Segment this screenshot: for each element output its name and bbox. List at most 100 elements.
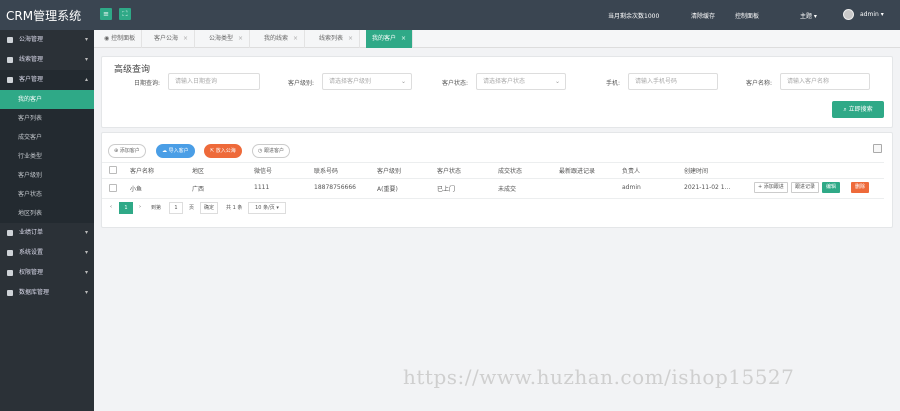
sidebar-item-label: 业绩订单 bbox=[19, 229, 44, 236]
name-input[interactable]: 请输入客户名称 bbox=[780, 73, 870, 90]
avatar[interactable] bbox=[843, 9, 854, 20]
add-customer-button[interactable]: ⊕ 添加客户 bbox=[108, 144, 146, 158]
sidebar-subitem-customer-levels[interactable]: 客户级别 bbox=[0, 166, 94, 185]
tab-pool-types[interactable]: 公海类型 × bbox=[203, 30, 251, 48]
sidebar-item-public-pool[interactable]: 公海管理 ▾ bbox=[0, 30, 94, 50]
column-header: 负责人 bbox=[622, 168, 641, 175]
sidebar-subitem-customer-list[interactable]: 客户列表 bbox=[0, 109, 94, 128]
search-panel: 高级查询 日期查询: 请输入日期查询 客户级别: 请选择客户级别 ⌄ 客户状态: … bbox=[101, 56, 893, 128]
sidebar-item-settings[interactable]: 系统设置 ▾ bbox=[0, 243, 94, 263]
theme-dropdown[interactable]: 主题 ▾ bbox=[800, 11, 817, 20]
sidebar-subitem-industry-types[interactable]: 行业类型 bbox=[0, 147, 94, 166]
sidebar-subitem-my-customers[interactable]: 我的客户 bbox=[0, 90, 94, 109]
sidebar-item-label: 线索管理 bbox=[19, 56, 44, 63]
cart-icon bbox=[7, 230, 13, 236]
column-header: 联系号码 bbox=[314, 168, 339, 175]
usage-notice: 当月剩余次数1000 bbox=[608, 13, 660, 20]
top-bar: CRM管理系统 ≡ ⛶ 当月剩余次数1000 清除缓存 控制面板 主题 ▾ ad… bbox=[0, 0, 900, 30]
name-label: 客户名称: bbox=[745, 80, 772, 87]
chevron-down-icon: ▾ bbox=[84, 56, 88, 63]
pager-next[interactable]: › bbox=[139, 204, 141, 210]
column-header: 客户级别 bbox=[377, 168, 402, 175]
tab-customer-pool[interactable]: 客户公海 × bbox=[148, 30, 196, 48]
sidebar-item-orders[interactable]: 业绩订单 ▾ bbox=[0, 223, 94, 243]
table-cell: 未成交 bbox=[498, 186, 517, 193]
user-menu[interactable]: admin ▾ bbox=[860, 11, 884, 18]
column-header: 微信号 bbox=[254, 168, 273, 175]
sidebar-item-database[interactable]: 数据库管理 ▾ bbox=[0, 283, 94, 303]
status-label: 客户状态: bbox=[441, 80, 468, 87]
sidebar-item-label: 公海管理 bbox=[19, 36, 44, 43]
move-to-pool-button[interactable]: ⇱ 放入公海 bbox=[204, 144, 242, 158]
menu-toggle-icon[interactable]: ≡ bbox=[100, 8, 112, 20]
sidebar-subitem-closed-customers[interactable]: 成交客户 bbox=[0, 128, 94, 147]
close-icon[interactable]: × bbox=[183, 35, 188, 42]
chevron-down-icon: ▾ bbox=[84, 249, 88, 256]
table-cell: 1111 bbox=[254, 184, 270, 191]
pager-goto-input[interactable]: 1 bbox=[169, 202, 183, 214]
select-all-checkbox[interactable] bbox=[109, 166, 117, 174]
chevron-down-icon: ▾ bbox=[84, 289, 88, 296]
import-customer-button[interactable]: ☁ 导入客户 bbox=[156, 144, 195, 158]
level-label: 客户级别: bbox=[287, 80, 314, 87]
tab-dashboard[interactable]: ◉ 控制面板 bbox=[98, 30, 143, 48]
status-select[interactable]: 请选择客户状态 ⌄ bbox=[476, 73, 566, 90]
column-header: 客户状态 bbox=[437, 168, 462, 175]
chevron-down-icon: ▾ bbox=[84, 269, 88, 276]
sidebar-subitem-regions[interactable]: 地区列表 bbox=[0, 204, 94, 223]
pager-goto-label: 到第 bbox=[151, 205, 162, 211]
column-header: 地区 bbox=[192, 168, 205, 175]
sidebar-subitem-customer-status[interactable]: 客户状态 bbox=[0, 185, 94, 204]
print-icon[interactable] bbox=[873, 144, 882, 153]
add-followup-button[interactable]: + 添加跟进 bbox=[754, 182, 788, 193]
close-icon[interactable]: × bbox=[401, 35, 406, 42]
followup-records-button[interactable]: 跟进记录 bbox=[791, 182, 820, 193]
sidebar-item-label: 客户管理 bbox=[19, 76, 44, 83]
pager-size-select[interactable]: 10 条/页 ▾ bbox=[248, 202, 286, 214]
sidebar-item-label: 权限管理 bbox=[19, 269, 44, 276]
cloud-upload-icon: ☁ bbox=[162, 148, 169, 154]
close-icon[interactable]: × bbox=[293, 35, 298, 42]
wrench-icon bbox=[7, 250, 13, 256]
tab-my-leads[interactable]: 我的线索 × bbox=[258, 30, 306, 48]
column-header: 创建时间 bbox=[684, 168, 709, 175]
followup-customer-button[interactable]: ◷ 跟进客户 bbox=[252, 144, 290, 158]
table-cell: 已上门 bbox=[437, 186, 456, 193]
delete-button[interactable]: 删除 bbox=[851, 182, 870, 193]
pager-total: 共 1 条 bbox=[226, 205, 243, 211]
fullscreen-icon[interactable]: ⛶ bbox=[119, 8, 131, 20]
chevron-down-icon: ▾ bbox=[84, 36, 88, 43]
level-select[interactable]: 请选择客户级别 ⌄ bbox=[322, 73, 412, 90]
key-icon bbox=[7, 270, 13, 276]
column-header: 最新跟进记录 bbox=[559, 168, 596, 175]
sidebar-item-permissions[interactable]: 权限管理 ▾ bbox=[0, 263, 94, 283]
main-content: 高级查询 日期查询: 请输入日期查询 客户级别: 请选择客户级别 ⌄ 客户状态: … bbox=[94, 48, 900, 411]
tab-my-customers[interactable]: 我的客户 × bbox=[366, 30, 414, 48]
row-checkbox[interactable] bbox=[109, 184, 117, 192]
pager-current-page[interactable]: 1 bbox=[119, 202, 133, 214]
table-cell: 广西 bbox=[192, 186, 205, 193]
search-button[interactable]: ⌕ 立即搜索 bbox=[832, 101, 884, 118]
edit-button[interactable]: 编辑 bbox=[822, 182, 841, 193]
table-cell: A(重要) bbox=[377, 186, 398, 193]
tab-lead-list[interactable]: 线索列表 × bbox=[313, 30, 361, 48]
column-header: 成交状态 bbox=[498, 168, 523, 175]
watermark-text: https://www.huzhan.com/ishop15527 bbox=[403, 365, 795, 389]
sidebar-item-leads[interactable]: 线索管理 ▾ bbox=[0, 50, 94, 70]
chevron-up-icon: ▴ bbox=[84, 76, 88, 83]
clear-cache-link[interactable]: 清除缓存 bbox=[691, 11, 715, 20]
sidebar-item-label: 系统设置 bbox=[19, 249, 44, 256]
pager-confirm-button[interactable]: 确定 bbox=[200, 202, 218, 214]
close-icon[interactable]: × bbox=[348, 35, 353, 42]
phone-input[interactable]: 请输入手机号码 bbox=[628, 73, 718, 90]
gear-icon bbox=[7, 57, 13, 63]
pager-prev[interactable]: ‹ bbox=[110, 204, 112, 210]
sidebar: 公海管理 ▾ 线索管理 ▾ 客户管理 ▴ 我的客户 客户列表 成交客户 行业类型… bbox=[0, 30, 94, 411]
users-icon bbox=[7, 77, 13, 83]
sidebar-item-customers[interactable]: 客户管理 ▴ bbox=[0, 70, 94, 90]
chevron-down-icon: ⌄ bbox=[400, 78, 406, 85]
date-input[interactable]: 请输入日期查询 bbox=[168, 73, 260, 90]
close-icon[interactable]: × bbox=[238, 35, 243, 42]
column-header: 客户名称 bbox=[130, 168, 155, 175]
control-panel-link[interactable]: 控制面板 bbox=[735, 11, 759, 20]
